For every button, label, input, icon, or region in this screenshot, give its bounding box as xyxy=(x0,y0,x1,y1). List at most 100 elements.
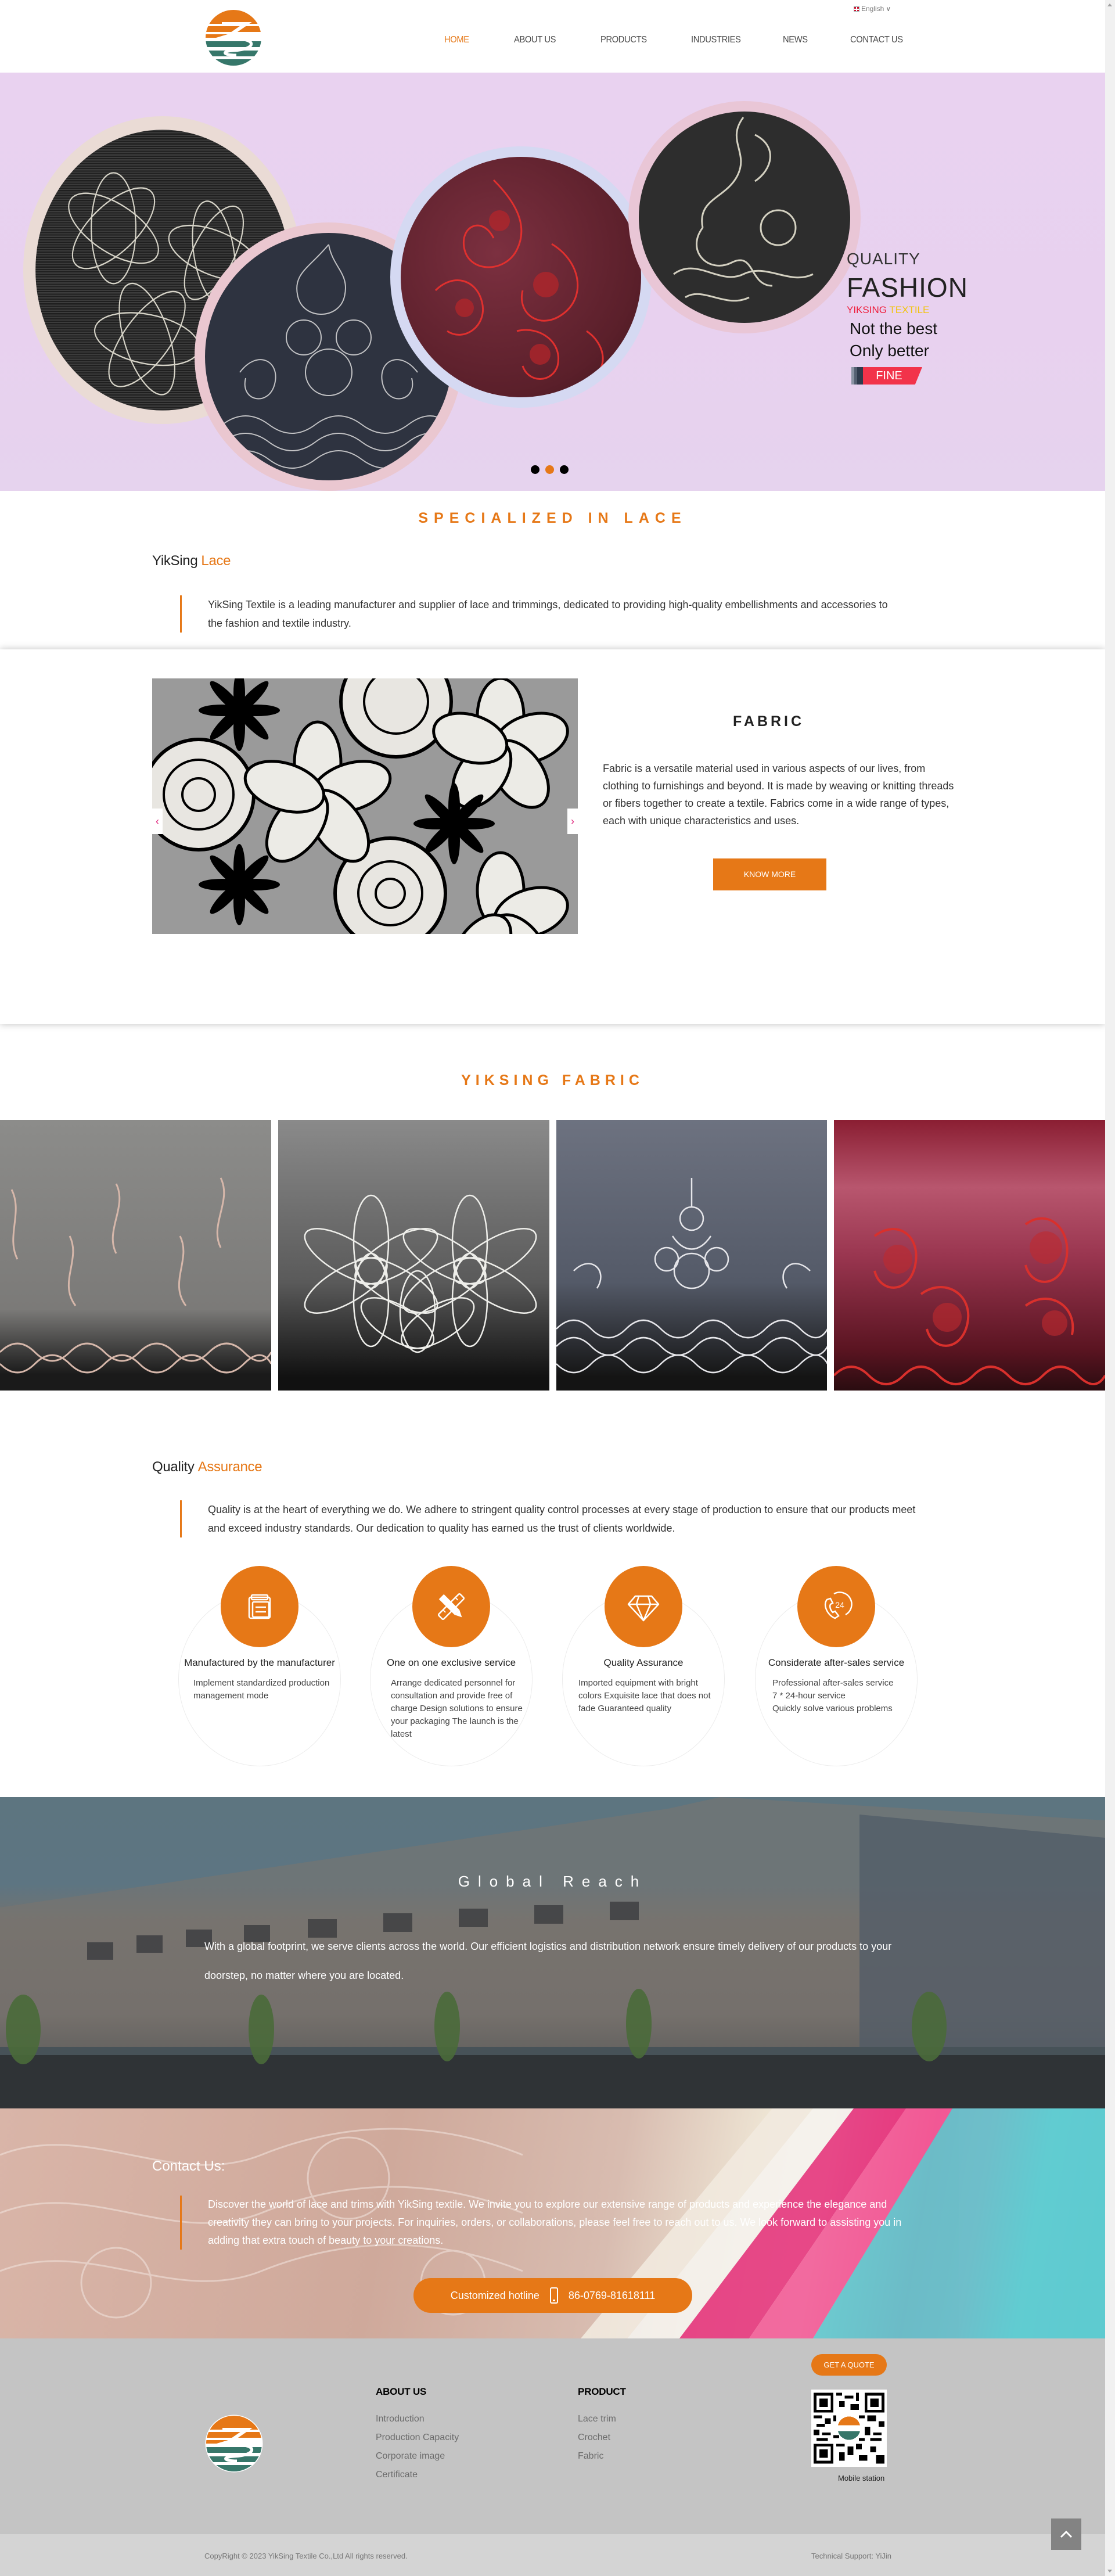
footer-about-title: ABOUT US xyxy=(376,2386,427,2397)
hotline-number: 86-0769-81618111 xyxy=(568,2289,656,2301)
white-scroll-pattern xyxy=(673,117,814,302)
feature-title: Quality Assurance xyxy=(603,1657,684,1668)
global-reach-text: With a global footprint, we serve client… xyxy=(204,1941,892,1981)
nav-home[interactable]: HOME xyxy=(444,35,508,45)
feature-icon-circle: 24 xyxy=(797,1566,875,1647)
hotline-button[interactable]: Customized hotline 86-0769-81618111 xyxy=(413,2278,692,2313)
phone-24h-icon: 24 xyxy=(824,1591,853,1619)
footer-bottom-bar: CopyRight © 2023 YikSing Textile Co.,Ltd… xyxy=(0,2534,1105,2576)
fabric-image-slider[interactable]: ‹ › xyxy=(152,678,578,934)
hero-tagline: QUALITY FASHION YIKSING TEXTILE Not the … xyxy=(847,250,968,385)
feature-list: Manufactured by the manufacturer Impleme… xyxy=(0,1566,1105,1769)
white-lace-image xyxy=(304,1194,537,1353)
hero-quality-text: QUALITY xyxy=(847,250,920,268)
feature-icon-circle xyxy=(605,1566,682,1647)
chevron-up-icon xyxy=(1060,2530,1073,2538)
qr-code-image xyxy=(814,2392,884,2464)
company-logo[interactable] xyxy=(204,9,262,67)
hero-lace-disc-white-scroll xyxy=(628,101,861,333)
main-nav: HOME ABOUT US PRODUCTS INDUSTRIES NEWS C… xyxy=(444,35,920,45)
slider-prev-button[interactable]: ‹ xyxy=(152,809,163,834)
carousel-dot-2[interactable] xyxy=(545,465,554,474)
badge-stripes xyxy=(851,367,863,385)
hero-brand: YIKSING TEXTILE xyxy=(847,304,968,316)
nav-products[interactable]: PRODUCTS xyxy=(600,35,684,45)
global-reach-section: Global Reach With a global footprint, we… xyxy=(0,1797,1105,2108)
page-scrollbar[interactable] xyxy=(1105,0,1115,2576)
svg-text:24: 24 xyxy=(835,1600,844,1609)
footer-link-production-capacity[interactable]: Production Capacity xyxy=(376,2433,459,2443)
quality-quote: Quality is at the heart of everything we… xyxy=(180,1500,929,1537)
qa-subhead-main: Quality xyxy=(152,1459,195,1475)
site-footer: ABOUT US Introduction Production Capacit… xyxy=(0,2338,1105,2534)
hero-lace-disc-red-floral xyxy=(390,146,652,408)
carousel-dot-3[interactable] xyxy=(560,465,569,474)
gallery-item-blush-lace[interactable] xyxy=(0,1120,271,1391)
nav-about-us[interactable]: ABOUT US xyxy=(514,35,594,45)
subhead-main: YikSing xyxy=(152,553,198,569)
feature-description: Arrange dedicated personnel for consulta… xyxy=(391,1678,523,1739)
carousel-dots xyxy=(531,465,569,474)
nav-news[interactable]: NEWS xyxy=(783,35,845,45)
blush-lace-image xyxy=(0,1177,271,1374)
slider-next-button[interactable]: › xyxy=(567,809,578,834)
diamond-icon xyxy=(627,1595,660,1622)
scroll-down-arrow-icon[interactable] xyxy=(1107,2570,1112,2573)
footer-link-introduction[interactable]: Introduction xyxy=(376,2414,459,2424)
nav-industries[interactable]: INDUSTRIES xyxy=(691,35,775,45)
hotline-label: Customized hotline xyxy=(450,2289,539,2301)
back-to-top-button[interactable] xyxy=(1051,2518,1081,2550)
red-floral-pattern xyxy=(434,179,604,380)
gallery-item-white-lace[interactable] xyxy=(278,1120,549,1391)
contact-title: Contact Us: xyxy=(152,2158,225,2174)
quality-assurance-heading: Quality Assurance xyxy=(152,1459,262,1475)
navy-lace-image xyxy=(556,1178,828,1374)
subhead-accent: Lace xyxy=(201,553,231,569)
footer-link-corporate-image[interactable]: Corporate image xyxy=(376,2451,459,2462)
footer-product-title: PRODUCT xyxy=(578,2386,626,2397)
technical-support-text: Technical Support: YiJin xyxy=(811,2552,892,2560)
fine-label: FINE xyxy=(863,367,922,385)
scroll-up-arrow-icon[interactable] xyxy=(1107,3,1112,6)
hero-banner: QUALITY FASHION YIKSING TEXTILE Not the … xyxy=(0,73,1105,491)
gallery-item-red-lace[interactable] xyxy=(834,1120,1105,1391)
fabric-feature: ‹ › FABRIC Fabric is a versatile materia… xyxy=(0,649,1105,1024)
feature-icon-circle xyxy=(221,1566,298,1647)
footer-product-column: PRODUCT Lace trim Crochet Fabric xyxy=(578,2386,626,2470)
site-header: English ∨ HOME ABOUT US PRODUCTS INDUSTR… xyxy=(0,0,1105,73)
copyright-text: CopyRight © 2023 YikSing Textile Co.,Ltd… xyxy=(204,2552,408,2560)
fabric-description: Fabric is a versatile material used in v… xyxy=(603,763,954,827)
intro-quote: YikSing Textile is a leading manufacture… xyxy=(180,595,900,633)
fabric-gallery xyxy=(0,1120,1105,1391)
nav-contact-us[interactable]: CONTACT US xyxy=(850,35,914,45)
chevron-down-icon: ∨ xyxy=(886,5,891,13)
footer-link-crochet[interactable]: Crochet xyxy=(578,2433,626,2443)
footer-link-lace-trim[interactable]: Lace trim xyxy=(578,2414,626,2424)
feature-title: One on one exclusive service xyxy=(386,1657,516,1668)
specialized-title: SPECIALIZED IN LACE xyxy=(418,510,687,526)
feature-title: Manufactured by the manufacturer xyxy=(184,1657,335,1668)
mobile-phone-icon xyxy=(549,2287,558,2304)
hero-only-better: Only better xyxy=(850,342,929,360)
feature-description: Implement standardized production manage… xyxy=(193,1678,330,1701)
page: English ∨ HOME ABOUT US PRODUCTS INDUSTR… xyxy=(0,0,1105,2576)
contact-text: Discover the world of lace and trims wit… xyxy=(180,2196,912,2250)
qr-caption: Mobile station xyxy=(838,2474,885,2482)
footer-link-fabric[interactable]: Fabric xyxy=(578,2451,626,2462)
red-lace-image xyxy=(834,1217,1105,1385)
know-more-button[interactable]: KNOW MORE xyxy=(713,858,826,890)
feature-icon-circle xyxy=(412,1566,490,1647)
language-selector[interactable]: English ∨ xyxy=(854,5,891,13)
fine-badge: FINE xyxy=(851,367,922,385)
carousel-dot-1[interactable] xyxy=(531,465,539,474)
global-reach-title: Global Reach xyxy=(458,1873,648,1890)
qa-subhead-accent: Assurance xyxy=(197,1459,262,1475)
feature-description: Imported equipment with bright colors Ex… xyxy=(578,1678,711,1713)
feature-description: Professional after-sales service 7 * 24-… xyxy=(772,1678,894,1713)
footer-logo[interactable] xyxy=(205,2415,263,2473)
qr-code[interactable] xyxy=(811,2390,887,2467)
fabric-heading: FABRIC xyxy=(733,713,805,730)
get-a-quote-button[interactable]: GET A QUOTE xyxy=(811,2354,887,2376)
footer-link-certificate[interactable]: Certificate xyxy=(376,2470,459,2480)
gallery-item-navy-lace[interactable] xyxy=(556,1120,828,1391)
